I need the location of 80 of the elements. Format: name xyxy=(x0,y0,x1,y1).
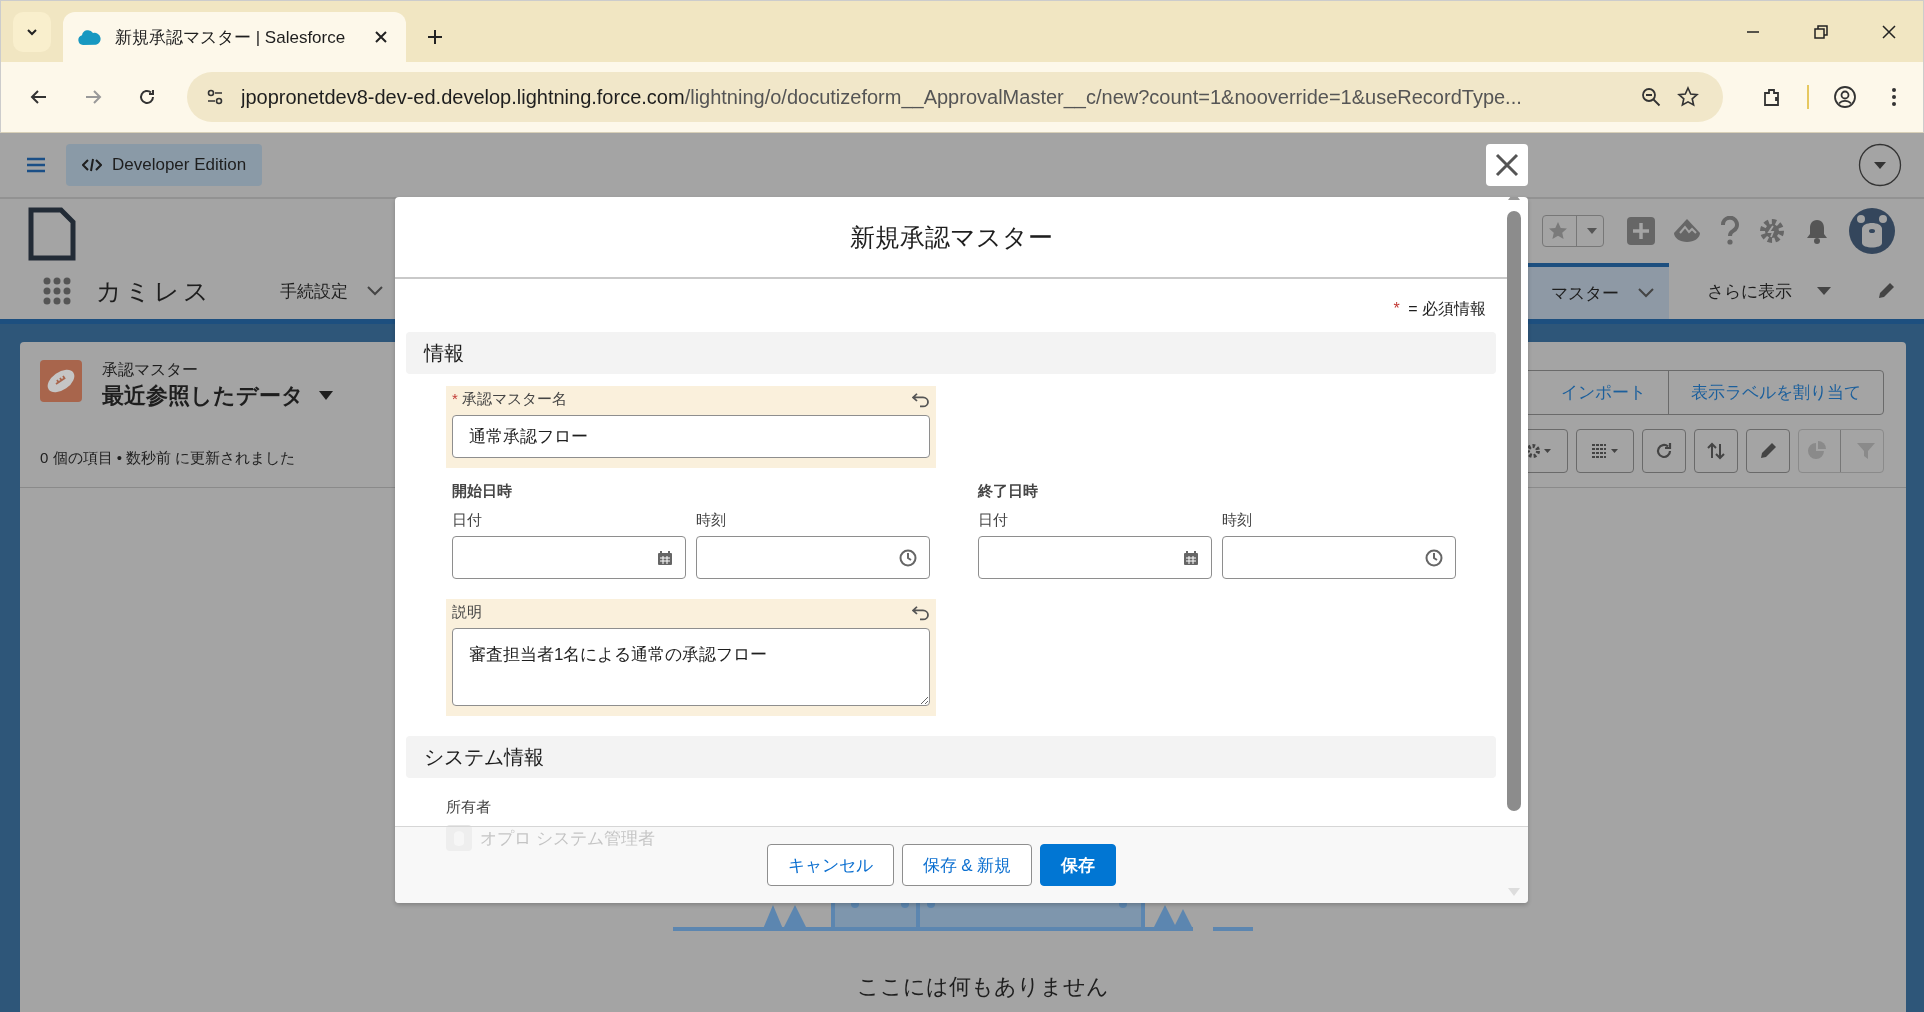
filter-icon xyxy=(1855,441,1876,461)
document-icon xyxy=(28,207,76,261)
close-icon[interactable] xyxy=(374,30,388,44)
caret-icon xyxy=(1816,286,1832,296)
display-as-button[interactable] xyxy=(1576,429,1634,473)
more-icon[interactable] xyxy=(1891,87,1897,107)
add-icon[interactable] xyxy=(1627,217,1655,245)
table-icon xyxy=(1590,443,1620,459)
footer-button[interactable]: 保存 & 新規 xyxy=(901,844,1033,886)
modal-title: 新規承認マスター xyxy=(850,221,1053,253)
mountain-icon[interactable] xyxy=(1672,217,1702,245)
browser-tab[interactable]: 新規承認マスター | Salesforce xyxy=(63,12,406,62)
pencil-icon xyxy=(1758,441,1778,461)
footer-button[interactable]: キャンセル xyxy=(766,844,894,886)
field-label: 日付 xyxy=(452,511,483,530)
caret-icon xyxy=(1585,226,1600,236)
close-button[interactable] xyxy=(1486,144,1528,186)
calendar-icon[interactable] xyxy=(657,549,673,566)
address-bar[interactable]: jpopronetdev8-dev-ed.develop.lightning.force.com/lightning/o/docutizeform__ApprovalMaster__c/new?count=1&nooverride=1&useRecordType... xyxy=(187,72,1723,122)
field-label: * 承認マスター名 xyxy=(452,390,567,409)
refresh-button[interactable] xyxy=(1642,429,1686,473)
cloud-icon xyxy=(77,28,101,46)
site-info-icon[interactable] xyxy=(205,87,225,107)
calendar-icon[interactable] xyxy=(1183,549,1199,566)
field-label: 日付 xyxy=(978,511,1009,530)
section-header[interactable]: システム情報 xyxy=(406,736,1496,778)
sort-icon xyxy=(1706,441,1726,461)
date-field[interactable] xyxy=(452,536,686,579)
gear-icon xyxy=(1525,443,1553,459)
undo-icon[interactable] xyxy=(912,391,930,408)
help-icon[interactable] xyxy=(1719,216,1741,246)
object-label: 承認マスター xyxy=(102,360,199,380)
field-label: 説明 xyxy=(452,603,482,622)
menu-icon[interactable] xyxy=(26,157,46,173)
field-label: 所有者 xyxy=(446,798,492,817)
input-field[interactable]: 通常承認フロー xyxy=(452,415,930,458)
edit-button[interactable] xyxy=(1746,429,1790,473)
pie-chart-icon xyxy=(1806,441,1827,461)
caret-icon[interactable] xyxy=(318,390,334,402)
app-name: カミレス xyxy=(96,275,212,307)
time-field[interactable] xyxy=(696,536,930,579)
pencil-icon[interactable] xyxy=(1876,281,1896,301)
sort-button[interactable] xyxy=(1694,429,1738,473)
time-field[interactable] xyxy=(1222,536,1456,579)
football-icon xyxy=(40,360,82,402)
settings-icon[interactable] xyxy=(1758,217,1786,245)
field-group-label: 開始日時 xyxy=(452,482,513,501)
required-note: * = 必須情報 xyxy=(1392,299,1486,319)
field-label: 時刻 xyxy=(1222,511,1253,530)
list-view-name[interactable]: 最近参照したデータ xyxy=(102,381,304,411)
field-group-label: 終了日時 xyxy=(978,482,1039,501)
new-tab-icon[interactable] xyxy=(426,28,444,46)
clock-icon[interactable] xyxy=(899,548,917,567)
refresh-icon xyxy=(1654,441,1674,461)
restore-icon[interactable] xyxy=(1813,24,1829,40)
close-icon[interactable] xyxy=(1881,24,1897,40)
textarea-field[interactable]: 審査担当者1名による通常の承認フロー xyxy=(452,628,930,706)
empty-message: ここには何もありません xyxy=(857,973,1109,1001)
reload-icon[interactable] xyxy=(137,87,157,107)
zoom-icon[interactable] xyxy=(1641,87,1661,107)
nav-tab[interactable]: 手続設定 xyxy=(266,263,398,319)
app-launcher-icon[interactable] xyxy=(42,276,72,306)
more-tab[interactable]: さらに表示 xyxy=(1693,263,1846,319)
chevron-icon xyxy=(1637,287,1655,299)
edition-badge: Developer Edition xyxy=(66,144,263,186)
close-icon xyxy=(1494,152,1520,178)
undo-icon[interactable] xyxy=(912,604,930,621)
profile-icon[interactable] xyxy=(1833,85,1857,109)
star-icon[interactable] xyxy=(1677,86,1699,108)
dropdown-icon[interactable] xyxy=(1858,143,1902,187)
field-label: 時刻 xyxy=(696,511,727,530)
chevron-icon xyxy=(366,285,384,297)
clock-icon[interactable] xyxy=(1425,548,1443,567)
date-field[interactable] xyxy=(978,536,1212,579)
avatar-icon[interactable] xyxy=(1848,207,1896,255)
avatar-icon xyxy=(446,825,472,851)
list-status: 0 個の項目 • 数秒前 に更新されました xyxy=(40,449,297,468)
scrollbar-thumb[interactable] xyxy=(1507,211,1521,811)
footer-button[interactable]: 保存 xyxy=(1040,844,1117,886)
section-header[interactable]: 情報 xyxy=(406,332,1496,374)
